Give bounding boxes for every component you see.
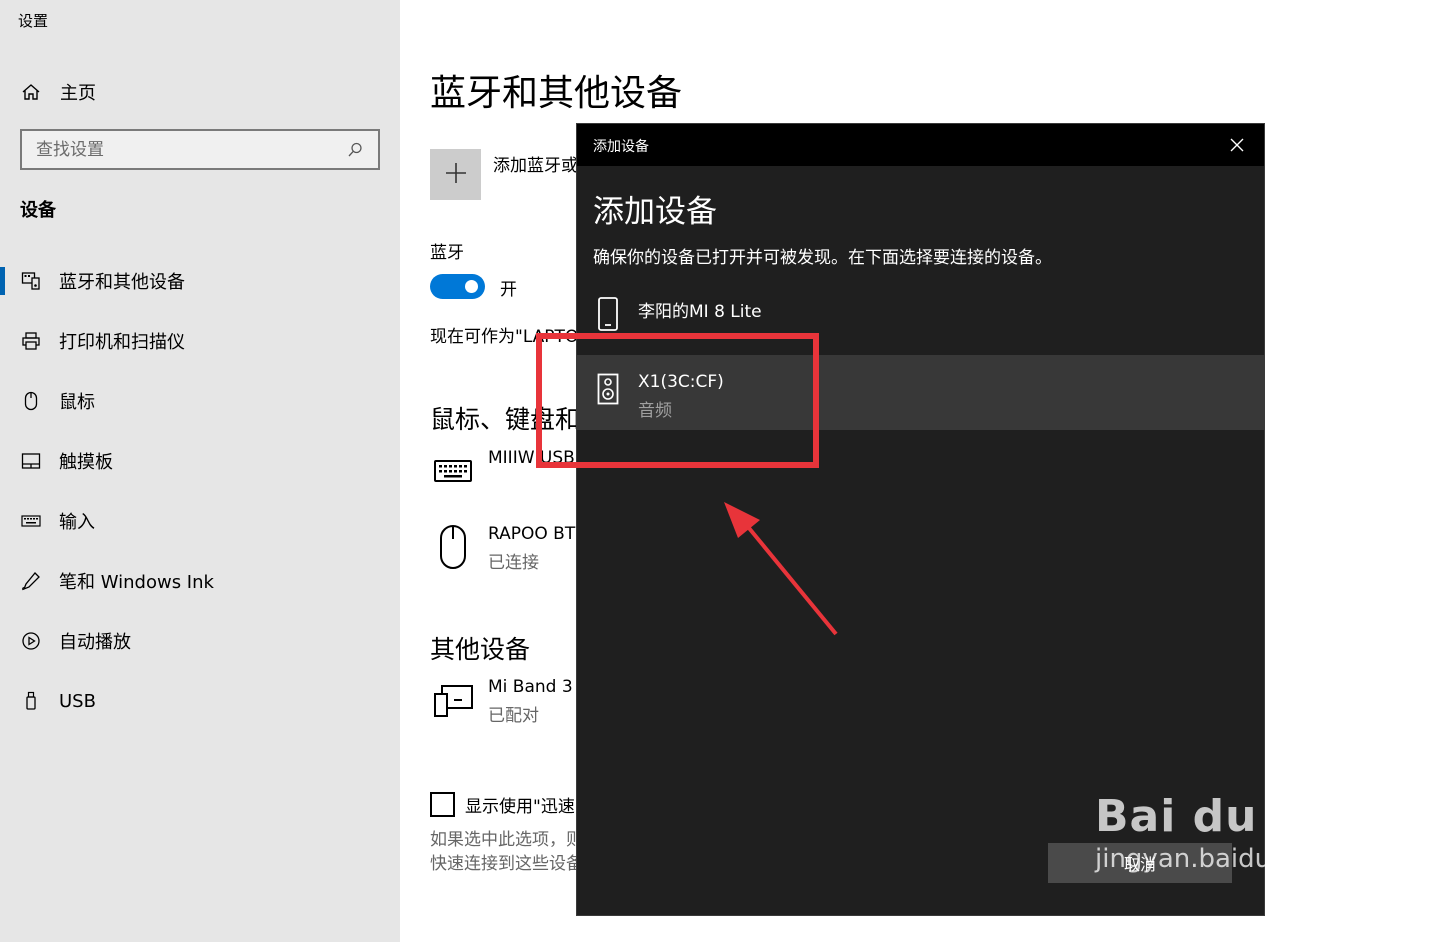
bluetooth-toggle-state: 开 — [500, 280, 517, 300]
device-name: 李阳的MI 8 Lite — [638, 302, 762, 322]
description-line: 快速连接到这些设备 — [430, 854, 583, 874]
plus-icon — [445, 162, 467, 188]
phone-icon — [593, 294, 623, 334]
search-input[interactable] — [36, 139, 346, 160]
search-box[interactable] — [20, 129, 380, 170]
sidebar-item-pen[interactable]: 笔和 Windows Ink — [0, 561, 400, 601]
add-device-label[interactable]: 添加蓝牙或 — [493, 151, 578, 176]
keyboard-icon — [430, 448, 476, 494]
sidebar-item-label: USB — [59, 690, 96, 712]
swift-pair-checkbox[interactable] — [430, 792, 455, 817]
device-name: RAPOO BT4 — [488, 524, 587, 544]
device-list-item-selected[interactable]: X1(3C:CF) 音频 — [577, 355, 1264, 430]
swift-pair-label: 显示使用"迅速 — [465, 797, 575, 817]
sidebar-item-mouse[interactable]: 鼠标 — [0, 381, 400, 421]
watermark-brand: Bai du 经验 — [1095, 791, 1364, 842]
sidebar-item-label: 蓝牙和其他设备 — [59, 272, 185, 293]
add-device-button[interactable] — [430, 149, 481, 200]
device-list-item[interactable]: 李阳的MI 8 Lite — [577, 279, 1264, 354]
sidebar-item-printers[interactable]: 打印机和扫描仪 — [0, 321, 400, 361]
discoverable-text: 现在可作为"LAPTO — [430, 327, 579, 347]
usb-icon — [20, 690, 42, 712]
bluetooth-toggle[interactable] — [430, 274, 485, 299]
close-icon — [1230, 138, 1244, 152]
swift-pair-description: 如果选中此选项，则 快速连接到这些设备 — [430, 828, 583, 876]
window-title: 设置 — [18, 12, 49, 30]
sidebar-item-autoplay[interactable]: 自动播放 — [0, 621, 400, 661]
device-status: 已连接 — [488, 553, 539, 573]
sidebar-item-label: 自动播放 — [59, 632, 131, 653]
device-status: 已配对 — [488, 706, 539, 726]
speaker-icon — [593, 369, 623, 409]
sidebar-item-label: 触摸板 — [59, 452, 113, 473]
dialog-title: 添加设备 — [593, 139, 649, 155]
page-title: 蓝牙和其他设备 — [430, 73, 683, 114]
mouse-icon — [430, 524, 476, 570]
sidebar-item-bluetooth[interactable]: 蓝牙和其他设备 — [0, 261, 400, 301]
touchpad-icon — [20, 450, 42, 472]
settings-sidebar: 设置 主页 设备 蓝牙和其他设备 打印机和扫描仪 鼠标 触摸板 — [0, 0, 400, 942]
sidebar-item-label: 输入 — [59, 512, 95, 533]
printer-icon — [20, 330, 42, 352]
dialog-description: 确保你的设备已打开并可被发现。在下面选择要连接的设备。 — [593, 248, 1052, 268]
watermark-url: jingyan.baidu.com — [1095, 844, 1335, 874]
device-name: Mi Band 3 — [488, 677, 573, 697]
home-icon — [20, 81, 42, 103]
dialog-heading: 添加设备 — [593, 194, 717, 230]
other-devices-heading: 其他设备 — [430, 635, 531, 664]
autoplay-icon — [20, 630, 42, 652]
input-devices-heading: 鼠标、键盘和 — [430, 405, 581, 434]
device-icon — [430, 677, 476, 723]
dialog-titlebar: 添加设备 — [577, 124, 1264, 166]
watermark: Bai du 经验 jingyan.baidu.com — [1095, 780, 1364, 874]
sidebar-item-input[interactable]: 输入 — [0, 501, 400, 541]
sidebar-item-label: 笔和 Windows Ink — [59, 572, 214, 593]
sidebar-item-label: 鼠标 — [59, 392, 95, 413]
keyboard-icon — [20, 510, 42, 532]
section-heading-devices: 设备 — [20, 200, 56, 221]
sidebar-item-touchpad[interactable]: 触摸板 — [0, 441, 400, 481]
close-button[interactable] — [1220, 130, 1254, 160]
nav-home-label: 主页 — [60, 83, 96, 104]
sidebar-item-label: 打印机和扫描仪 — [59, 332, 185, 353]
device-name: MIIIW USB — [488, 448, 575, 468]
mouse-icon — [20, 390, 42, 412]
sidebar-item-usb[interactable]: USB — [0, 681, 400, 721]
device-name: X1(3C:CF) — [638, 372, 724, 392]
search-icon[interactable] — [346, 141, 364, 159]
bluetooth-devices-icon — [20, 270, 42, 292]
swift-pair-option[interactable]: 显示使用"迅速 — [430, 792, 575, 817]
nav-home[interactable]: 主页 — [20, 78, 96, 106]
pen-icon — [20, 570, 42, 592]
description-line: 如果选中此选项，则 — [430, 830, 583, 850]
bluetooth-label: 蓝牙 — [430, 243, 464, 263]
device-type: 音频 — [638, 401, 672, 421]
